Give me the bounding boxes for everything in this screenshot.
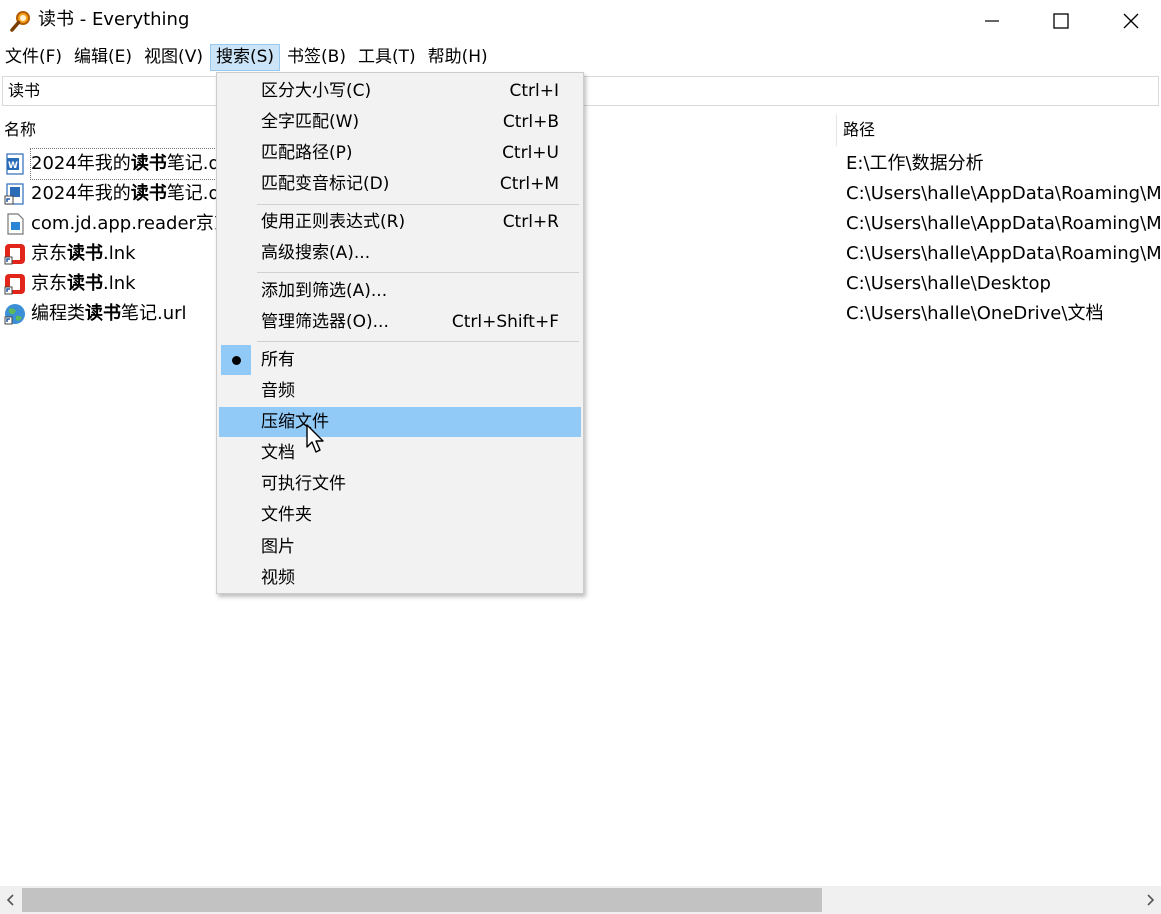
file-name: 京东读书.lnk <box>31 273 136 294</box>
menu-file[interactable]: 文件(F) <box>0 44 67 71</box>
minimize-button[interactable] <box>957 0 1027 42</box>
close-icon <box>1123 13 1139 29</box>
menu-help[interactable]: 帮助(H) <box>423 44 493 71</box>
scroll-right-icon[interactable] <box>1143 893 1157 907</box>
column-header-path[interactable]: 路径 <box>843 116 875 144</box>
maximize-icon <box>1053 13 1069 29</box>
column-header-name[interactable]: 名称 <box>4 116 36 144</box>
file-name: 编程类读书笔记.url <box>31 303 187 324</box>
scrollbar-thumb[interactable] <box>22 888 822 912</box>
file-path: C:\Users\halle\AppData\Roaming\Mi <box>846 243 1161 264</box>
radio-check-indicator <box>221 345 251 375</box>
filter-item-picture[interactable]: 图片 <box>219 532 581 562</box>
minimize-icon <box>985 20 999 22</box>
file-path: C:\Users\halle\OneDrive\文档 <box>846 303 1104 324</box>
menu-search[interactable]: 搜索(S) <box>209 43 281 71</box>
filter-item-audio[interactable]: 音频 <box>219 376 581 406</box>
file-name: 2024年我的读书笔记.d <box>31 183 220 204</box>
globe-icon <box>4 304 25 325</box>
menu-bookmarks[interactable]: 书签(B) <box>282 44 351 71</box>
file-name: 京东读书.lnk <box>31 243 136 264</box>
filter-item-document[interactable]: 文档 <box>219 438 581 468</box>
menu-tools[interactable]: 工具(T) <box>353 44 421 71</box>
menu-bar: 文件(F) 编辑(E) 视图(V) 搜索(S) 书签(B) 工具(T) 帮助(H… <box>0 42 1161 72</box>
bullet-icon <box>232 356 241 365</box>
magnifier-icon <box>10 11 30 32</box>
search-menu-dropdown: 区分大小写(C) Ctrl+I 全字匹配(W) Ctrl+B 匹配路径(P) C… <box>216 72 584 594</box>
word-shortcut-icon <box>4 183 24 205</box>
scroll-left-icon[interactable] <box>4 893 18 907</box>
filter-item-compressed[interactable]: 压缩文件 <box>219 407 581 437</box>
menu-item-regex[interactable]: 使用正则表达式(R) Ctrl+R <box>219 207 581 237</box>
filter-item-video[interactable]: 视频 <box>219 563 581 593</box>
menu-item-match-whole-word[interactable]: 全字匹配(W) Ctrl+B <box>219 107 581 137</box>
menu-item-advanced-search[interactable]: 高级搜索(A)... <box>219 238 581 268</box>
menu-separator <box>257 204 579 205</box>
jd-reader-icon <box>4 274 25 295</box>
horizontal-scrollbar[interactable] <box>0 886 1161 914</box>
menu-item-organize-filters[interactable]: 管理筛选器(O)... Ctrl+Shift+F <box>219 307 581 337</box>
menu-edit[interactable]: 编辑(E) <box>69 44 137 71</box>
filter-item-all[interactable]: 所有 <box>219 345 581 375</box>
file-name: 2024年我的读书笔记.d <box>30 148 221 180</box>
window-title: 读书 - Everything <box>38 9 190 30</box>
close-button[interactable] <box>1096 0 1161 42</box>
menu-separator <box>257 272 579 273</box>
word-doc-icon: W <box>6 153 24 175</box>
column-divider[interactable] <box>836 114 837 146</box>
menu-item-match-case[interactable]: 区分大小写(C) Ctrl+I <box>219 76 581 106</box>
file-path: C:\Users\halle\AppData\Roaming\MI <box>846 213 1161 234</box>
menu-item-match-diacritics[interactable]: 匹配变音标记(D) Ctrl+M <box>219 169 581 199</box>
file-icon <box>7 213 24 235</box>
title-bar: 读书 - Everything <box>0 0 1161 42</box>
svg-text:W: W <box>8 161 18 171</box>
menu-separator <box>257 341 579 342</box>
maximize-button[interactable] <box>1026 0 1096 42</box>
jd-reader-icon <box>4 244 25 265</box>
file-path: E:\工作\数据分析 <box>846 153 984 174</box>
file-path: C:\Users\halle\Desktop <box>846 273 1051 294</box>
filter-item-folder[interactable]: 文件夹 <box>219 500 581 530</box>
menu-item-match-path[interactable]: 匹配路径(P) Ctrl+U <box>219 138 581 168</box>
filter-item-executable[interactable]: 可执行文件 <box>219 469 581 499</box>
menu-view[interactable]: 视图(V) <box>139 44 208 71</box>
file-path: C:\Users\halle\AppData\Roaming\Mi <box>846 183 1161 204</box>
menu-item-add-to-filters[interactable]: 添加到筛选(A)... <box>219 276 581 306</box>
mouse-cursor-icon <box>306 424 324 453</box>
file-name: com.jd.app.reader京东 <box>31 213 232 234</box>
